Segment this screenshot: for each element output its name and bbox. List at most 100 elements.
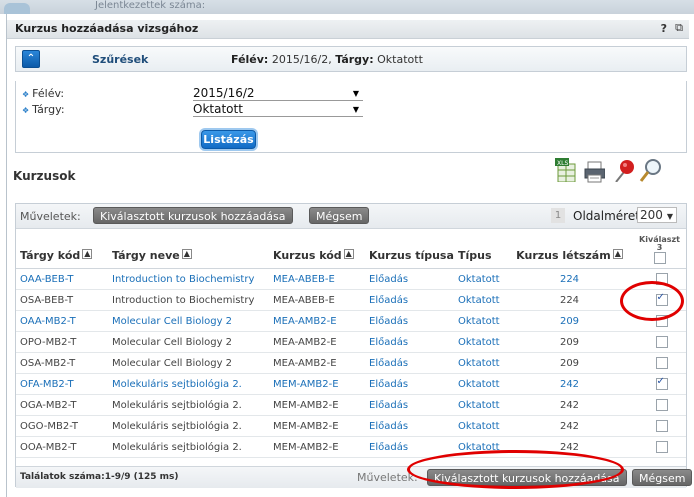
row-select-checkbox[interactable] xyxy=(655,336,668,348)
subject-name-cell[interactable]: Molekuláris sejtbiológia 2. xyxy=(108,373,269,395)
type-cell: Oktatott xyxy=(454,394,502,416)
type-cell: Oktatott xyxy=(454,289,502,311)
subject-name-cell: Molekuláris sejtbiológia 2. xyxy=(108,436,269,458)
table-row[interactable]: OFA-MB2-T Molekuláris sejtbiológia 2. MEM-… xyxy=(16,373,686,395)
row-select-checkbox[interactable] xyxy=(655,399,668,411)
col-type[interactable]: Típus xyxy=(454,228,502,269)
row-select-checkbox[interactable] xyxy=(655,292,668,306)
grid-operations-bar: Műveletek: Kiválasztott kurzusok hozzáad… xyxy=(16,204,686,229)
subject-name-cell[interactable]: Introduction to Biochemistry xyxy=(108,268,269,290)
subject-code-cell: OGA-MB2-T xyxy=(16,394,108,416)
add-selected-courses-button[interactable]: Kiválasztott kurzusok hozzáadása xyxy=(93,207,293,224)
course-type-cell: Előadás xyxy=(365,289,454,311)
type-cell: Oktatott xyxy=(454,268,502,290)
subject-code-cell[interactable]: OFA-MB2-T xyxy=(16,373,108,395)
excel-export-icon[interactable]: XLS xyxy=(555,158,577,182)
footer-operations-label: Műveletek: xyxy=(357,471,418,484)
collapse-chevron-icon[interactable]: ⌃ xyxy=(22,50,40,68)
subject-select[interactable]: Oktatott ▼ xyxy=(193,102,363,117)
row-select-checkbox[interactable] xyxy=(655,420,668,432)
diamond-bullet-icon: ❖ xyxy=(22,90,30,99)
col-course-type[interactable]: Kurzus típusa xyxy=(365,228,454,269)
select-all-checkbox[interactable] xyxy=(653,252,666,264)
table-row[interactable]: OSA-MB2-T Molecular Cell Biology 2 MEA-AMB… xyxy=(16,352,686,374)
operations-label: Műveletek: xyxy=(20,210,81,223)
headcount-cell: 224 xyxy=(502,289,633,311)
table-row[interactable]: OGA-MB2-T Molekuláris sejtbiológia 2. MEM-… xyxy=(16,394,686,416)
headcount-cell: 242 xyxy=(502,415,633,437)
select-cell xyxy=(633,415,686,437)
subject-name-cell: Molecular Cell Biology 2 xyxy=(108,331,269,353)
col-subject-name[interactable]: Tárgy neve ▲ xyxy=(108,228,269,269)
cancel-button[interactable]: Mégsem xyxy=(309,207,370,224)
subject-code-cell: OSA-MB2-T xyxy=(16,352,108,374)
result-count: Találatok száma:1-9/9 (125 ms) xyxy=(20,472,179,482)
filter-panel: ❖ Félév: 2015/16/2 ▼ ❖ Tárgy: Oktatott ▼ Lis… xyxy=(15,81,687,153)
semester-select[interactable]: 2015/16/2 ▼ xyxy=(193,86,363,101)
table-row[interactable]: OGO-MB2-T Molekuláris sejtbiológia 2. MEM-… xyxy=(16,415,686,437)
print-icon[interactable] xyxy=(583,160,605,184)
sort-icon[interactable]: ▲ xyxy=(82,249,93,259)
courses-table: Tárgy kód ▲ Tárgy neve ▲ Kurzus kód ▲ Kurzu… xyxy=(16,228,686,458)
help-button[interactable]: ? xyxy=(661,22,667,35)
col-course-code[interactable]: Kurzus kód ▲ xyxy=(269,228,365,269)
select-cell xyxy=(633,352,686,374)
select-cell xyxy=(633,436,686,458)
subject-code-cell: OSA-BEB-T xyxy=(16,289,108,311)
course-code-cell: MEM-AMB2-E xyxy=(269,415,365,437)
type-cell: Oktatott xyxy=(454,331,502,353)
page-size-select[interactable]: 200 ▼ xyxy=(637,207,677,223)
headcount-cell: 209 xyxy=(502,310,633,332)
col-subject-code[interactable]: Tárgy kód ▲ xyxy=(16,228,108,269)
table-row[interactable]: OPO-MB2-T Molecular Cell Biology 2 MEA-AMB… xyxy=(16,331,686,353)
headcount-cell: 209 xyxy=(502,331,633,353)
list-button[interactable]: Listázás xyxy=(201,130,256,149)
footer-add-selected-courses-button[interactable]: Kiválasztott kurzusok hozzáadása xyxy=(427,469,627,486)
table-row[interactable]: OAA-BEB-T Introduction to Biochemistry MEA… xyxy=(16,268,686,290)
dialog-title: Kurzus hozzáadása vizsgához xyxy=(15,22,199,35)
type-cell: Oktatott xyxy=(454,415,502,437)
popout-icon[interactable]: ⧉ xyxy=(675,21,683,35)
row-select-checkbox[interactable] xyxy=(655,357,668,369)
semester-label: ❖ Félév: xyxy=(22,87,65,100)
type-cell: Oktatott xyxy=(454,352,502,374)
select-cell xyxy=(633,373,686,395)
course-code-cell: MEA-ABEB-E xyxy=(269,268,365,290)
page-number[interactable]: 1 xyxy=(551,208,565,223)
footer-cancel-button[interactable]: Mégsem xyxy=(632,469,693,486)
course-code-cell: MEM-AMB2-E xyxy=(269,394,365,416)
row-select-checkbox[interactable] xyxy=(655,376,668,390)
pin-icon[interactable] xyxy=(612,158,634,182)
table-row[interactable]: OOA-MB2-T Molekuláris sejtbiológia 2. MEM-… xyxy=(16,436,686,458)
row-select-checkbox[interactable] xyxy=(655,315,668,327)
select-cell xyxy=(633,394,686,416)
subject-code-cell: OPO-MB2-T xyxy=(16,331,108,353)
filter-bar[interactable]: ⌃ Szűrések Félév: 2015/16/2, Tárgy: Okta… xyxy=(15,46,687,72)
sort-icon[interactable]: ▲ xyxy=(181,249,192,259)
table-row[interactable]: OSA-BEB-T Introduction to Biochemistry MEA… xyxy=(16,289,686,311)
subject-name-cell: Molekuláris sejtbiológia 2. xyxy=(108,415,269,437)
course-type-cell: Előadás xyxy=(365,373,454,395)
subject-name-cell[interactable]: Molecular Cell Biology 2 xyxy=(108,310,269,332)
subject-code-cell: OOA-MB2-T xyxy=(16,436,108,458)
course-type-cell: Előadás xyxy=(365,352,454,374)
sort-icon[interactable]: ▲ xyxy=(612,249,623,259)
subject-name-cell: Molecular Cell Biology 2 xyxy=(108,352,269,374)
col-select: Kiválaszt 3 xyxy=(633,228,686,269)
col-course-headcount[interactable]: Kurzus létszám ▲ xyxy=(502,228,633,269)
subject-name-cell: Molekuláris sejtbiológia 2. xyxy=(108,394,269,416)
type-cell: Oktatott xyxy=(454,373,502,395)
courses-section-title: Kurzusok xyxy=(13,169,76,183)
select-cell xyxy=(633,331,686,353)
type-cell: Oktatott xyxy=(454,436,502,458)
search-icon[interactable] xyxy=(639,158,661,182)
subject-code-cell[interactable]: OAA-MB2-T xyxy=(16,310,108,332)
table-row[interactable]: OAA-MB2-T Molecular Cell Biology 2 MEA-AMB… xyxy=(16,310,686,332)
grid-footer: Találatok száma:1-9/9 (125 ms) Műveletek… xyxy=(16,466,693,488)
row-select-checkbox[interactable] xyxy=(655,273,668,285)
dropdown-arrow-icon: ▼ xyxy=(666,212,673,221)
subject-code-cell[interactable]: OAA-BEB-T xyxy=(16,268,108,290)
headcount-cell: 242 xyxy=(502,436,633,458)
row-select-checkbox[interactable] xyxy=(655,441,668,453)
sort-icon[interactable]: ▲ xyxy=(343,249,354,259)
